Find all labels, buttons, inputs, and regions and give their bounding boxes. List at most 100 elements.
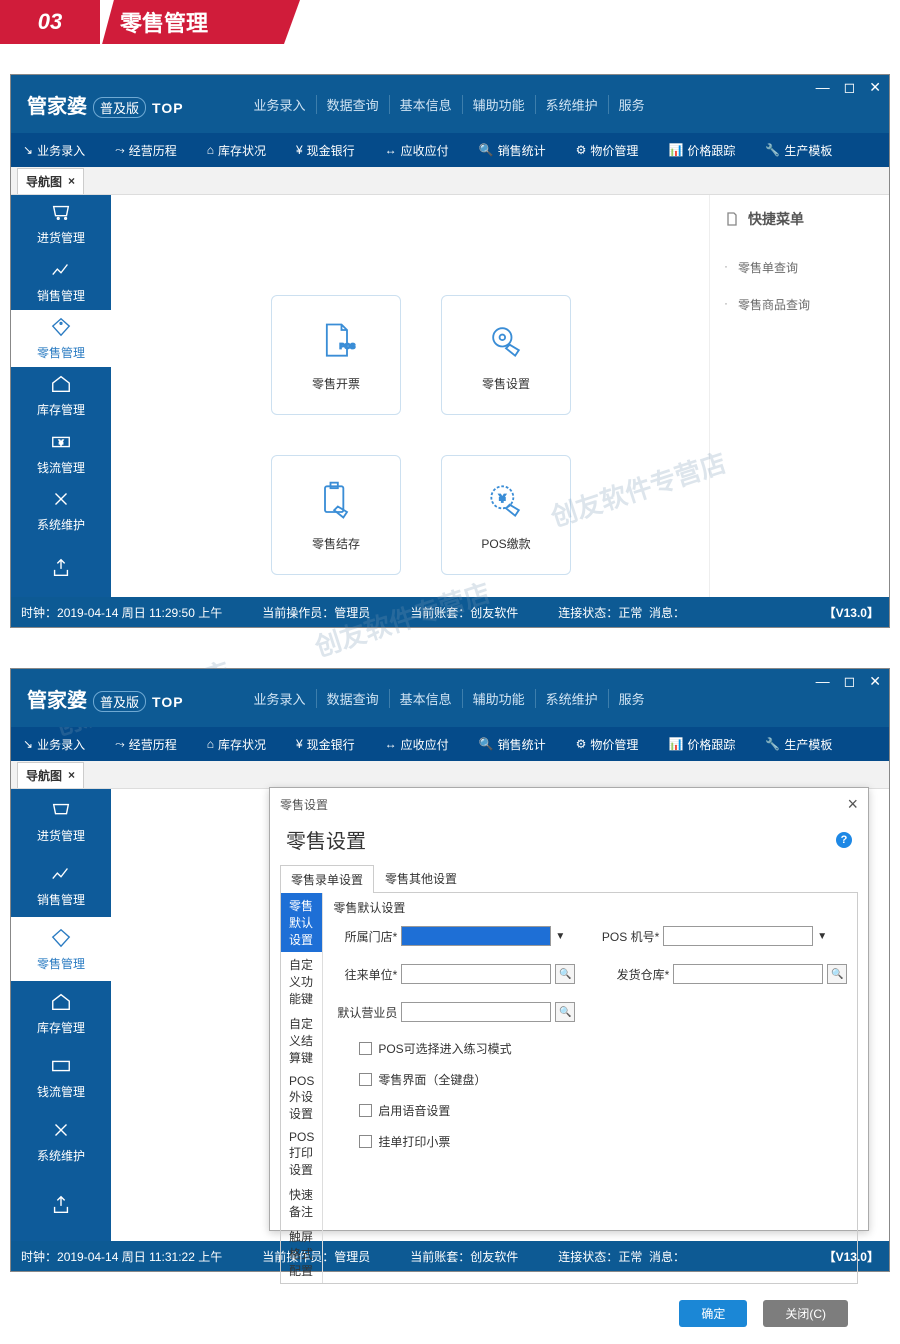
nav-tab[interactable]: 导航图 ×: [17, 168, 84, 194]
tb-price-track[interactable]: 📊价格跟踪: [662, 736, 741, 753]
sidebar-item-sales[interactable]: 销售管理: [11, 252, 111, 309]
help-icon[interactable]: ?: [836, 832, 852, 848]
chevron-down-icon[interactable]: ▼: [555, 931, 565, 942]
tb-cash-bank[interactable]: ¥现金银行: [290, 142, 361, 159]
chk-voice[interactable]: [359, 1104, 372, 1117]
tb-label: 物价管理: [590, 142, 638, 159]
menu-service[interactable]: 服务: [608, 689, 655, 708]
tb-history[interactable]: ⤳经营历程: [109, 142, 183, 159]
sidebar-item-sysmaint[interactable]: 系统维护: [11, 1109, 111, 1173]
menu-business-entry[interactable]: 业务录入: [244, 95, 316, 114]
tb-business-entry[interactable]: ↘业务录入: [17, 736, 91, 753]
store-select[interactable]: [401, 926, 551, 946]
nav-tab[interactable]: 导航图 ×: [17, 762, 84, 788]
menu-aux-func[interactable]: 辅助功能: [462, 689, 535, 708]
sidebar-item-share[interactable]: [11, 540, 111, 597]
sidebar-item-sysmaint[interactable]: 系统维护: [11, 482, 111, 539]
dialog-tab-entry-settings[interactable]: 零售录单设置: [280, 865, 374, 893]
close-icon[interactable]: ✕: [869, 79, 881, 96]
tb-history[interactable]: ⤳经营历程: [109, 736, 183, 753]
home-icon: ⌂: [207, 737, 214, 751]
chk-full-keyboard[interactable]: [359, 1073, 372, 1086]
chk-hold-print[interactable]: [359, 1135, 372, 1148]
sidebar-item-purchase[interactable]: 进货管理: [11, 789, 111, 853]
side-item-quick-remark[interactable]: 快速备注: [281, 1182, 322, 1224]
tb-ar-ap[interactable]: ↔应收应付: [379, 142, 455, 159]
sidebar: 进货管理 销售管理 零售管理 库存管理 钱流管理 系统维护: [11, 789, 111, 1241]
maximize-icon[interactable]: ◻: [844, 673, 856, 690]
side-item-settlekeys[interactable]: 自定义结算键: [281, 1011, 322, 1070]
card-retail-settings[interactable]: 零售设置: [441, 295, 571, 415]
side-item-default[interactable]: 零售默认设置: [281, 893, 322, 952]
sidebar-item-retail[interactable]: 零售管理: [11, 917, 111, 981]
sidebar-item-inventory[interactable]: 库存管理: [11, 367, 111, 424]
logo-main: 管家婆: [27, 90, 87, 119]
sidebar-item-purchase[interactable]: 进货管理: [11, 195, 111, 252]
search-icon[interactable]: 🔍: [555, 1002, 575, 1022]
close-icon[interactable]: ✕: [869, 673, 881, 690]
quick-panel-title: 快捷菜单: [748, 209, 804, 229]
menu-business-entry[interactable]: 业务录入: [244, 689, 316, 708]
menu-aux-func[interactable]: 辅助功能: [462, 95, 535, 114]
tb-cash-bank[interactable]: ¥现金银行: [290, 736, 361, 753]
tools-icon: [48, 1119, 74, 1141]
app-body: 导航图 × 进货管理 销售管理 零售管理 库存管理 ¥: [11, 167, 889, 597]
warehouse-input[interactable]: [673, 964, 823, 984]
tb-prod-template[interactable]: 🔧生产模板: [759, 736, 838, 753]
side-item-funckeys[interactable]: 自定义功能键: [281, 952, 322, 1011]
sidebar-item-inventory[interactable]: 库存管理: [11, 981, 111, 1045]
search-icon[interactable]: 🔍: [827, 964, 847, 984]
chk-label: 零售界面（全键盘）: [378, 1071, 486, 1088]
side-item-pos-device[interactable]: POS外设设置: [281, 1070, 322, 1126]
pos-no-select[interactable]: [663, 926, 813, 946]
menu-service[interactable]: 服务: [608, 95, 655, 114]
tb-business-entry[interactable]: ↘业务录入: [17, 142, 91, 159]
menu-system-maint[interactable]: 系统维护: [535, 689, 608, 708]
house-icon: [48, 373, 74, 395]
yen-icon: ¥: [296, 143, 303, 157]
sidebar-item-sales[interactable]: 销售管理: [11, 853, 111, 917]
nav-tab-close-icon[interactable]: ×: [68, 768, 75, 782]
card-pos-payment[interactable]: ¥ POS缴款: [441, 455, 571, 575]
tb-stock[interactable]: ⌂库存状况: [201, 142, 272, 159]
sidebar-item-cashflow[interactable]: ¥ 钱流管理: [11, 425, 111, 482]
supplier-input[interactable]: [401, 964, 551, 984]
tb-sales-stat[interactable]: 🔍销售统计: [473, 736, 552, 753]
side-item-pos-print[interactable]: POS打印设置: [281, 1126, 322, 1182]
tb-ar-ap[interactable]: ↔应收应付: [379, 736, 455, 753]
menu-data-query[interactable]: 数据查询: [316, 95, 389, 114]
chevron-down-icon[interactable]: ▼: [817, 931, 827, 942]
sidebar-label: 进货管理: [37, 229, 85, 246]
tb-prod-template[interactable]: 🔧生产模板: [759, 142, 838, 159]
ok-button[interactable]: 确定: [679, 1300, 747, 1327]
minimize-icon[interactable]: —: [816, 673, 830, 690]
minimize-icon[interactable]: —: [816, 79, 830, 96]
sidebar-item-cashflow[interactable]: 钱流管理: [11, 1045, 111, 1109]
quick-link-retail-query[interactable]: 零售单查询: [724, 249, 875, 286]
menu-system-maint[interactable]: 系统维护: [535, 95, 608, 114]
tb-sales-stat[interactable]: 🔍销售统计: [473, 142, 552, 159]
tb-stock[interactable]: ⌂库存状况: [201, 736, 272, 753]
quick-link-retail-goods-query[interactable]: 零售商品查询: [724, 286, 875, 323]
card-retail-invoice[interactable]: POS 零售开票: [271, 295, 401, 415]
sidebar-item-retail[interactable]: 零售管理: [11, 310, 111, 367]
menu-basic-info[interactable]: 基本信息: [389, 95, 462, 114]
dialog-close-icon[interactable]: ×: [847, 794, 858, 815]
dialog-tab-other-settings[interactable]: 零售其他设置: [374, 864, 468, 892]
chk-practice-mode[interactable]: [359, 1042, 372, 1055]
nav-tab-close-icon[interactable]: ×: [68, 174, 75, 188]
menu-data-query[interactable]: 数据查询: [316, 689, 389, 708]
menu-basic-info[interactable]: 基本信息: [389, 689, 462, 708]
close-button[interactable]: 关闭(C): [763, 1300, 848, 1327]
maximize-icon[interactable]: ◻: [844, 79, 856, 96]
clerk-input[interactable]: [401, 1002, 551, 1022]
search-icon[interactable]: 🔍: [555, 964, 575, 984]
tb-label: 销售统计: [498, 142, 546, 159]
side-item-touch-format[interactable]: 触屏格式配置: [281, 1224, 322, 1283]
tb-price-mgmt[interactable]: ⚙物价管理: [570, 142, 645, 159]
tb-price-track[interactable]: 📊价格跟踪: [662, 142, 741, 159]
card-retail-settle[interactable]: 零售结存: [271, 455, 401, 575]
wrench-icon: 🔧: [765, 737, 780, 751]
sidebar-item-share[interactable]: [11, 1173, 111, 1237]
tb-price-mgmt[interactable]: ⚙物价管理: [570, 736, 645, 753]
